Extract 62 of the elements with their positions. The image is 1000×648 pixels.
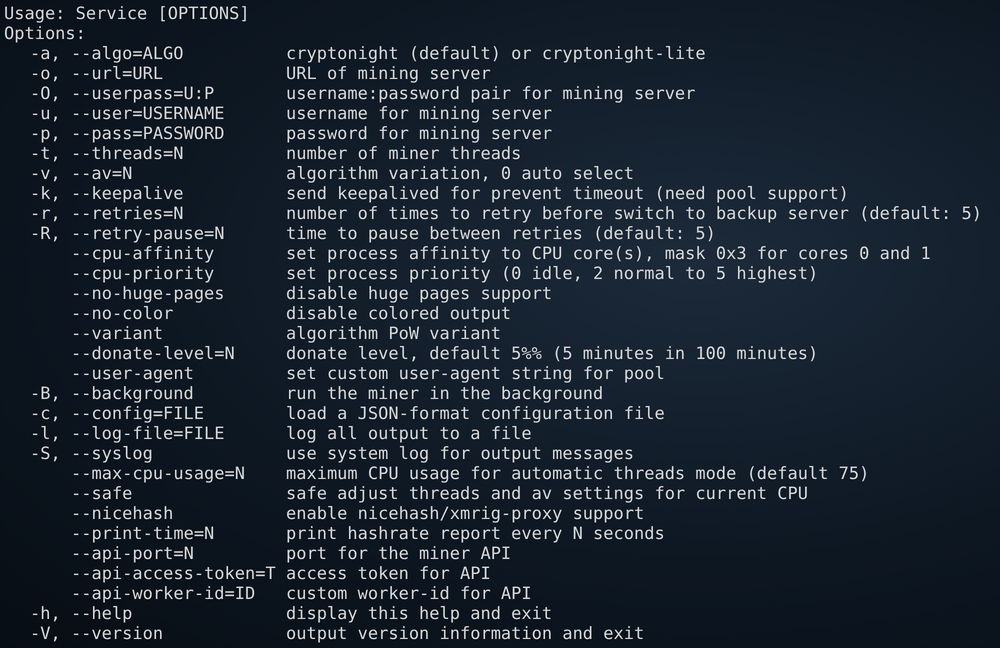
option-description: algorithm variation, 0 auto select — [286, 164, 634, 184]
option-description: port for the miner API — [286, 544, 512, 564]
option-description: set process affinity to CPU core(s), mask 0x3 for cores 0 and 1 — [286, 244, 931, 264]
options-heading: Options: — [4, 24, 86, 44]
option-description: donate level, default 5%% (5 minutes in 100 minutes) — [286, 344, 818, 364]
option-name: -B, --background — [30, 384, 194, 404]
option-name: --cpu-affinity — [71, 244, 214, 264]
option-description: set custom user-agent string for pool — [286, 364, 665, 384]
usage-line: Usage: Service [OPTIONS] — [4, 4, 250, 24]
option-name: --cpu-priority — [71, 264, 214, 284]
option-description: custom worker-id for API — [286, 584, 532, 604]
option-name: --no-color — [71, 304, 174, 324]
option-description: username:password pair for mining server — [286, 84, 696, 104]
option-name: -l, --log-file=FILE — [30, 424, 224, 444]
option-name: -c, --config=FILE — [30, 404, 204, 424]
option-description: enable nicehash/xmrig-proxy support — [286, 504, 644, 524]
option-description: output version information and exit — [286, 624, 644, 644]
option-name: -v, --av=N — [30, 164, 132, 184]
option-name: -h, --help — [30, 604, 132, 624]
option-name: --api-port=N — [71, 544, 194, 564]
option-name: -u, --user=USERNAME — [30, 104, 224, 124]
option-name: --api-worker-id=ID — [71, 584, 256, 604]
option-name: --donate-level=N — [71, 344, 235, 364]
option-name: -S, --syslog — [30, 444, 153, 464]
option-name: -o, --url=URL — [30, 64, 164, 84]
option-description: set process priority (0 idle, 2 normal to 5 highest) — [286, 264, 818, 284]
option-description: algorithm PoW variant — [286, 324, 501, 344]
option-description: URL of mining server — [286, 64, 491, 84]
option-name: --no-huge-pages — [71, 284, 225, 304]
option-description: use system log for output messages — [286, 444, 634, 464]
option-description: print hashrate report every N seconds — [286, 524, 665, 544]
option-name: --safe — [71, 484, 132, 504]
option-description: load a JSON-format configuration file — [286, 404, 665, 424]
option-description: number of times to retry before switch to backup server (default: 5) — [286, 204, 982, 224]
option-description: send keepalived for prevent timeout (need pool support) — [286, 184, 849, 204]
option-name: -R, --retry-pause=N — [30, 224, 224, 244]
option-name: --print-time=N — [71, 524, 214, 544]
option-description: disable huge pages support — [286, 284, 552, 304]
option-name: -t, --threads=N — [30, 144, 184, 164]
option-name: -a, --algo=ALGO — [30, 44, 184, 64]
option-description: time to pause between retries (default: 5) — [286, 224, 716, 244]
option-description: password for mining server — [286, 124, 552, 144]
option-name: --nicehash — [71, 504, 174, 524]
option-description: username for mining server — [286, 104, 552, 124]
option-description: maximum CPU usage for automatic threads mode (default 75) — [286, 464, 870, 484]
option-description: disable colored output — [286, 304, 512, 324]
option-name: -O, --userpass=U:P — [30, 84, 214, 104]
option-name: -V, --version — [30, 624, 164, 644]
option-description: cryptonight (default) or cryptonight-lite — [286, 44, 706, 64]
option-description: number of miner threads — [286, 144, 522, 164]
option-name: -k, --keepalive — [30, 184, 184, 204]
option-description: access token for API — [286, 564, 491, 584]
option-name: --api-access-token=T — [71, 564, 276, 584]
option-description: run the miner in the background — [286, 384, 604, 404]
option-description: safe adjust threads and av settings for current CPU — [286, 484, 808, 504]
option-name: --user-agent — [71, 364, 194, 384]
option-name: -p, --pass=PASSWORD — [30, 124, 224, 144]
option-description: log all output to a file — [286, 424, 532, 444]
option-name: --variant — [71, 324, 164, 344]
option-description: display this help and exit — [286, 604, 552, 624]
option-name: -r, --retries=N — [30, 204, 184, 224]
option-name: --max-cpu-usage=N — [71, 464, 245, 484]
